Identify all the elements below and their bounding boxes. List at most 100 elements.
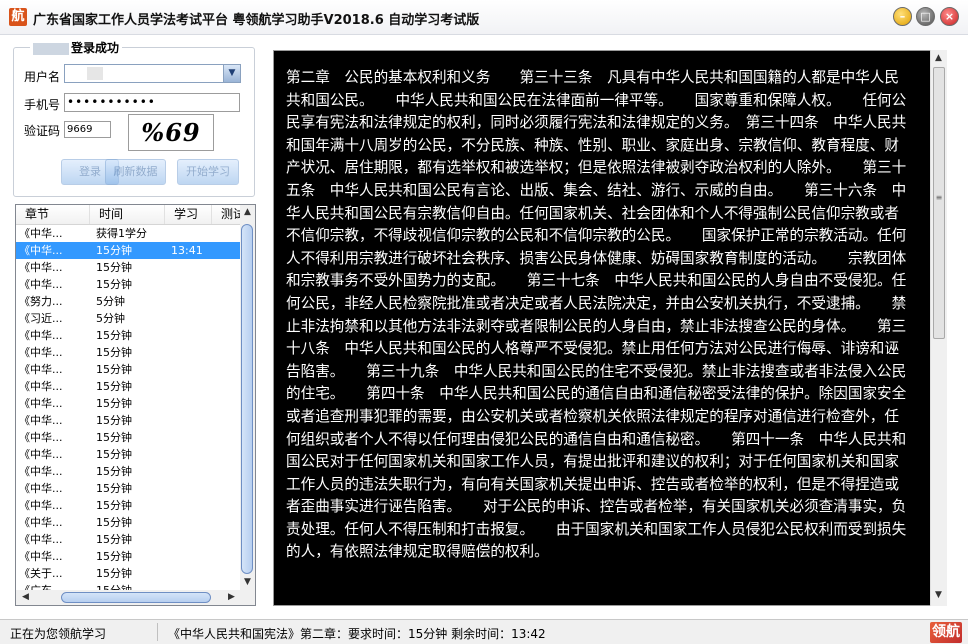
grip-icon: ≡ bbox=[935, 193, 943, 202]
list-horizontal-scrollbar[interactable]: ◀ ▶ bbox=[16, 590, 255, 605]
row-time: 15分钟 bbox=[96, 482, 132, 495]
table-row[interactable]: 《中华... 15分钟 13:41 bbox=[16, 242, 241, 259]
row-chapter: 《习近... bbox=[19, 312, 63, 325]
status-divider bbox=[157, 623, 158, 641]
table-row[interactable]: 《中华... 15分钟 bbox=[16, 412, 241, 429]
row-time: 15分钟 bbox=[96, 567, 132, 580]
table-row[interactable]: 《中华... 15分钟 bbox=[16, 259, 241, 276]
phone-label: 手机号 bbox=[24, 98, 61, 112]
row-chapter: 《中华... bbox=[19, 363, 63, 376]
row-chapter: 《中华... bbox=[19, 448, 63, 461]
table-row[interactable]: 《中华... 15分钟 bbox=[16, 480, 241, 497]
row-time: 5分钟 bbox=[96, 295, 125, 308]
window-title: 广东省国家工作人员学法考试平台 粤领航学习助手V2018.6 自动学习考试版 bbox=[33, 13, 480, 28]
table-row[interactable]: 《中华... 15分钟 bbox=[16, 276, 241, 293]
table-row[interactable]: 《中华... 15分钟 bbox=[16, 463, 241, 480]
masked-username bbox=[33, 42, 69, 55]
chevron-down-icon[interactable]: ▼ bbox=[223, 65, 240, 82]
row-time: 15分钟 bbox=[96, 533, 132, 546]
list-hscroll-thumb[interactable] bbox=[61, 592, 211, 603]
row-study: 13:41 bbox=[171, 244, 203, 257]
row-chapter: 《中华... bbox=[19, 244, 63, 257]
row-chapter: 《中华... bbox=[19, 414, 63, 427]
row-time: 15分钟 bbox=[96, 465, 132, 478]
masked-username-value bbox=[87, 67, 103, 80]
table-row[interactable]: 《中华... 获得1学分 bbox=[16, 225, 241, 242]
title-bar[interactable]: 航 广东省国家工作人员学法考试平台 粤领航学习助手V2018.6 自动学习考试版… bbox=[0, 0, 968, 35]
scroll-up-icon[interactable]: ▲ bbox=[240, 207, 255, 217]
column-header-study[interactable]: 学习 bbox=[165, 205, 212, 224]
table-row[interactable]: 《中华... 15分钟 bbox=[16, 514, 241, 531]
content-pane[interactable]: 第二章 公民的基本权利和义务 第三十三条 凡具有中华人民共和国国籍的人都是中华人… bbox=[273, 50, 947, 606]
row-chapter: 《中华... bbox=[19, 550, 63, 563]
column-header-chapter[interactable]: 章节 bbox=[16, 205, 90, 224]
row-time: 15分钟 bbox=[96, 329, 132, 342]
app-logo-icon: 航 bbox=[9, 8, 27, 26]
table-row[interactable]: 《中华... 15分钟 bbox=[16, 327, 241, 344]
row-time: 15分钟 bbox=[96, 346, 132, 359]
table-row[interactable]: 《中华... 15分钟 bbox=[16, 429, 241, 446]
close-button[interactable]: × bbox=[940, 7, 959, 26]
content-scroll-up-icon[interactable]: ▲ bbox=[931, 53, 946, 63]
row-time: 15分钟 bbox=[96, 448, 132, 461]
row-time: 15分钟 bbox=[96, 244, 132, 257]
content-scrollbar[interactable]: ▲ ≡ ▼ bbox=[930, 50, 947, 606]
column-header-test[interactable]: 测试 bbox=[212, 205, 242, 224]
login-group: 登录成功 用户名 ▼ 手机号 ••••••••••• 验证码 9669 %69 … bbox=[13, 39, 255, 197]
scroll-down-icon[interactable]: ▼ bbox=[240, 577, 255, 587]
row-chapter: 《中华... bbox=[19, 329, 63, 342]
row-chapter: 《中华... bbox=[19, 533, 63, 546]
scroll-left-icon[interactable]: ◀ bbox=[18, 592, 33, 602]
row-time: 15分钟 bbox=[96, 363, 132, 376]
row-time: 15分钟 bbox=[96, 516, 132, 529]
row-chapter: 《关于... bbox=[19, 567, 63, 580]
scroll-right-icon[interactable]: ▶ bbox=[224, 592, 239, 602]
row-time: 15分钟 bbox=[96, 414, 132, 427]
row-chapter: 《中华... bbox=[19, 465, 63, 478]
content-scroll-thumb[interactable]: ≡ bbox=[933, 67, 945, 339]
law-text: 第二章 公民的基本权利和义务 第三十三条 凡具有中华人民共和国国籍的人都是中华人… bbox=[286, 69, 907, 561]
captcha-input[interactable]: 9669 bbox=[64, 121, 111, 138]
study-progress-status: 《中华人民共和国宪法》第二章：要求时间：15分钟 剩余时间：13:42 bbox=[168, 627, 546, 641]
table-row[interactable]: 《中华... 15分钟 bbox=[16, 548, 241, 565]
row-chapter: 《中华... bbox=[19, 278, 63, 291]
row-time: 15分钟 bbox=[96, 278, 132, 291]
refresh-data-button[interactable]: 刷新数据 bbox=[105, 159, 166, 185]
start-study-button[interactable]: 开始学习 bbox=[177, 159, 239, 185]
row-chapter: 《中华... bbox=[19, 516, 63, 529]
brand-logo: 领航 bbox=[930, 622, 962, 643]
phone-password-field[interactable]: ••••••••••• bbox=[64, 93, 240, 112]
table-row[interactable]: 《中华... 15分钟 bbox=[16, 361, 241, 378]
list-scroll-thumb[interactable] bbox=[241, 224, 253, 574]
row-chapter: 《中华... bbox=[19, 431, 63, 444]
table-row[interactable]: 《中华... 15分钟 bbox=[16, 446, 241, 463]
username-select[interactable]: ▼ bbox=[64, 64, 241, 83]
table-row[interactable]: 《中华... 15分钟 bbox=[16, 531, 241, 548]
row-chapter: 《中华... bbox=[19, 482, 63, 495]
minimize-button[interactable]: – bbox=[893, 7, 912, 26]
table-row[interactable]: 《习近... 5分钟 bbox=[16, 310, 241, 327]
table-row[interactable]: 《关于... 15分钟 bbox=[16, 565, 241, 582]
content-scroll-down-icon[interactable]: ▼ bbox=[931, 590, 946, 600]
table-row[interactable]: 《中华... 15分钟 bbox=[16, 395, 241, 412]
row-chapter: 《努力... bbox=[19, 295, 63, 308]
table-row[interactable]: 《中华... 15分钟 bbox=[16, 378, 241, 395]
captcha-image[interactable]: %69 bbox=[128, 114, 214, 151]
column-header-time[interactable]: 时间 bbox=[90, 205, 165, 224]
row-chapter: 《中华... bbox=[19, 261, 63, 274]
captcha-label: 验证码 bbox=[24, 124, 61, 138]
chapter-list[interactable]: 章节 时间 学习 测试 《中华...获得1学分《中华...15分钟13:41《中… bbox=[15, 204, 256, 606]
row-time: 15分钟 bbox=[96, 550, 132, 563]
row-time: 5分钟 bbox=[96, 312, 125, 325]
table-row[interactable]: 《努力... 5分钟 bbox=[16, 293, 241, 310]
row-chapter: 《中华... bbox=[19, 499, 63, 512]
row-time: 获得1学分 bbox=[96, 227, 147, 240]
maximize-button[interactable]: □ bbox=[916, 7, 935, 26]
row-chapter: 《中华... bbox=[19, 397, 63, 410]
row-chapter: 《中华... bbox=[19, 227, 63, 240]
row-time: 15分钟 bbox=[96, 431, 132, 444]
list-header: 章节 时间 学习 测试 bbox=[16, 205, 242, 225]
list-vertical-scrollbar[interactable]: ▲ ▼ bbox=[240, 205, 255, 591]
table-row[interactable]: 《中华... 15分钟 bbox=[16, 497, 241, 514]
table-row[interactable]: 《中华... 15分钟 bbox=[16, 344, 241, 361]
